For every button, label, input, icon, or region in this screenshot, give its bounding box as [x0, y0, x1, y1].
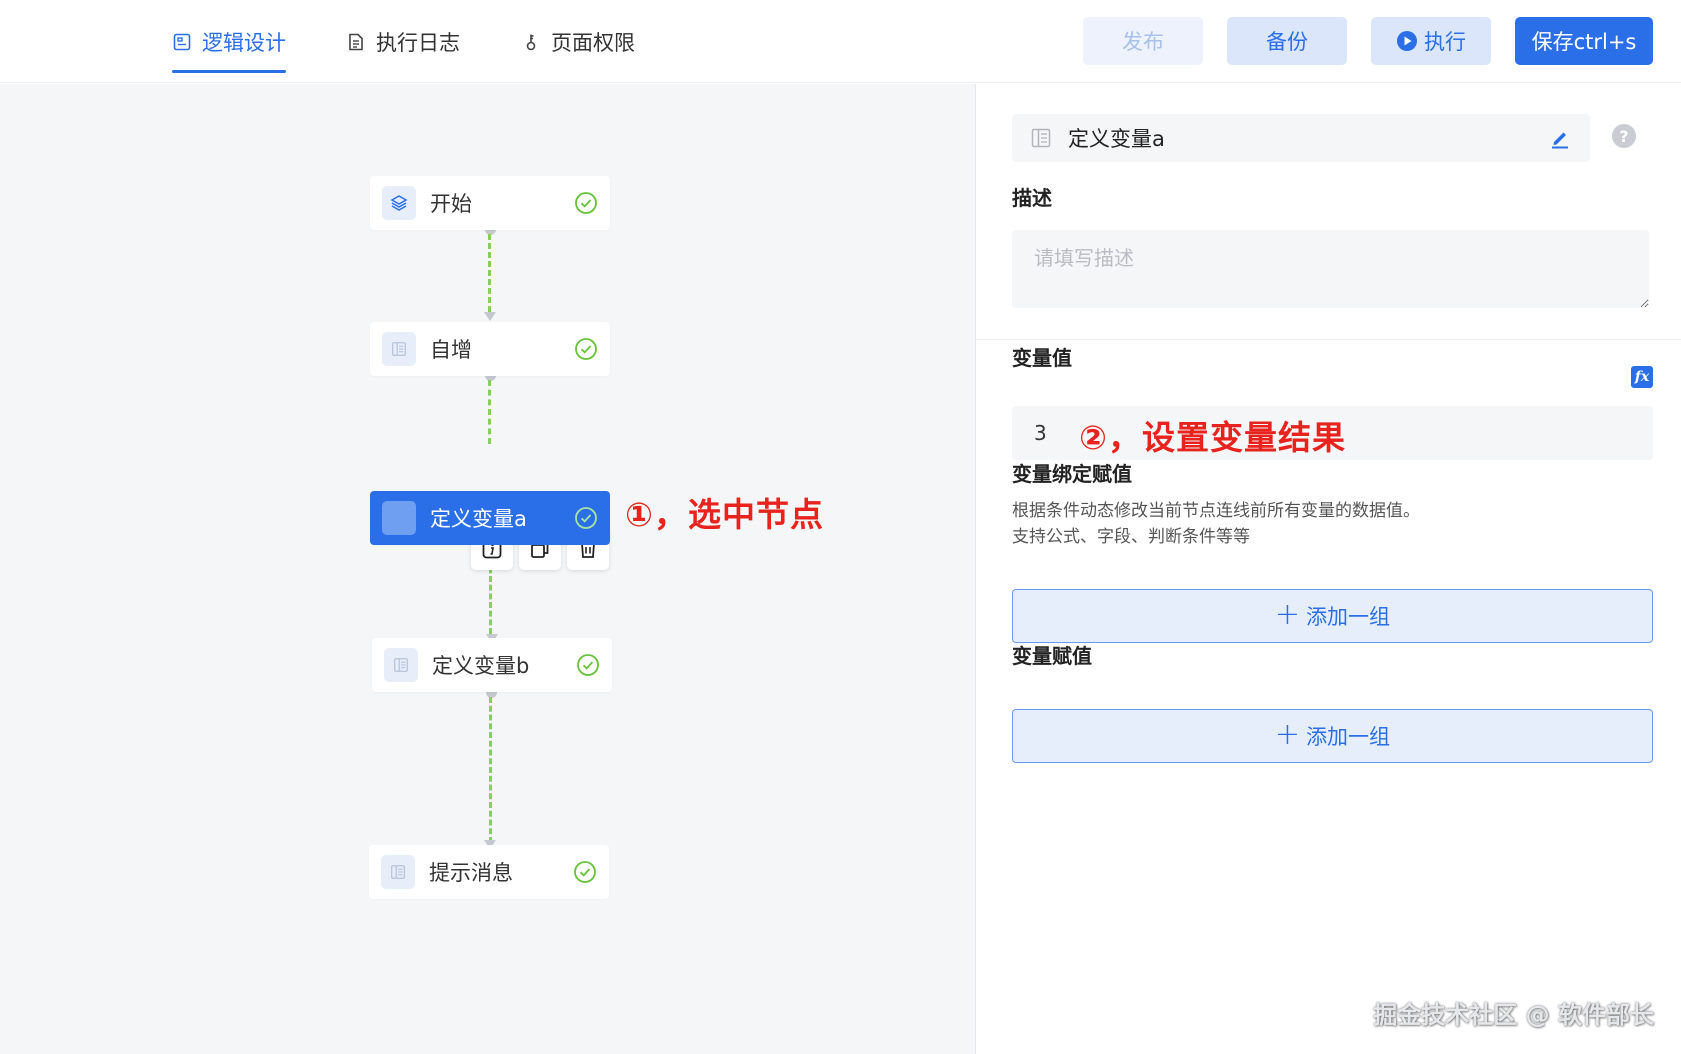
table-icon: [382, 501, 416, 535]
binding-title: 变量绑定赋值: [1012, 462, 1132, 486]
table-icon: [381, 855, 415, 889]
save-button[interactable]: 保存ctrl+s: [1515, 17, 1653, 65]
annotation-step2: ②，设置变量结果: [1079, 418, 1346, 457]
add-binding-group-button[interactable]: + 添加一组: [1012, 589, 1653, 643]
add-assign-group-button[interactable]: + 添加一组: [1012, 709, 1653, 763]
flow-node-start[interactable]: 开始: [370, 176, 610, 230]
table-icon: [384, 648, 418, 682]
binding-help-line1: 根据条件动态修改当前节点连线前所有变量的数据值。: [1012, 501, 1420, 521]
check-icon: [574, 861, 596, 883]
description-input[interactable]: [1012, 230, 1649, 308]
backup-button[interactable]: 备份: [1227, 17, 1347, 65]
flow-node-message[interactable]: 提示消息: [369, 845, 609, 899]
divider: [976, 339, 1681, 340]
watermark: 掘金技术社区 @ 软件部长: [1373, 1001, 1654, 1029]
node-label: 开始: [430, 192, 472, 216]
variable-value-text: 3: [1034, 421, 1047, 445]
flow-node-increment[interactable]: 自增: [370, 322, 610, 376]
table-icon: [382, 332, 416, 366]
help-icon[interactable]: ?: [1612, 124, 1636, 148]
execute-label: 执行: [1424, 30, 1466, 54]
document-icon: [349, 33, 363, 50]
play-circle-icon: [1397, 31, 1417, 51]
table-icon: [1031, 128, 1051, 148]
tab-label: 逻辑设计: [202, 30, 286, 55]
value-title: 变量值: [1012, 346, 1072, 370]
node-label: 定义变量a: [430, 507, 527, 531]
plus-icon: +: [1274, 716, 1301, 752]
description-title: 描述: [1012, 186, 1052, 210]
check-icon: [575, 192, 597, 214]
binding-help-line2: 支持公式、字段、判断条件等等: [1012, 527, 1250, 547]
add-group-label: 添加一组: [1306, 725, 1391, 749]
connector-line: [489, 697, 493, 843]
publish-button[interactable]: 发布: [1083, 17, 1203, 65]
tab-page-permission[interactable]: 页面权限: [521, 0, 635, 83]
save-label: 保存ctrl+s: [1531, 30, 1637, 54]
tab-label: 执行日志: [376, 30, 460, 55]
tab-label: 页面权限: [551, 30, 635, 55]
tab-logic-design[interactable]: 逻辑设计: [172, 0, 286, 83]
top-bar: 逻辑设计 执行日志 页面权限 发布 备份 执行 保存ctrl+s: [0, 0, 1681, 83]
assign-title: 变量赋值: [1012, 644, 1092, 668]
logic-design-icon: [173, 33, 191, 50]
connector-line: [488, 380, 492, 444]
edit-icon[interactable]: [1548, 126, 1572, 150]
check-icon: [575, 338, 597, 360]
connector-arrow: [484, 312, 496, 321]
node-name-text: 定义变量a: [1068, 127, 1165, 151]
flow-node-define-var-a[interactable]: 定义变量a: [370, 491, 610, 545]
node-label: 自增: [430, 338, 472, 362]
check-icon: [575, 507, 597, 529]
node-label: 定义变量b: [432, 654, 530, 678]
plus-icon: +: [1274, 596, 1301, 632]
connector-line: [488, 234, 492, 312]
flow-canvas[interactable]: 开始 自增 定义变量a ①，选中节点 定义变量b 提示消息: [0, 84, 975, 1054]
add-group-label: 添加一组: [1306, 605, 1391, 629]
flow-node-define-var-b[interactable]: 定义变量b: [372, 638, 612, 692]
key-icon: [526, 34, 536, 50]
properties-panel: 定义变量a ? 描述 变量值 fx 3 ②，设置变量结果 变量绑定赋值 根据条件…: [975, 84, 1681, 1054]
node-label: 提示消息: [429, 861, 513, 885]
annotation-step1: ①，选中节点: [625, 495, 824, 534]
layers-icon: [382, 186, 416, 220]
publish-label: 发布: [1122, 30, 1164, 54]
backup-label: 备份: [1266, 30, 1308, 54]
check-icon: [577, 654, 599, 676]
node-name-bar[interactable]: 定义变量a: [1012, 114, 1590, 162]
tab-execution-log[interactable]: 执行日志: [346, 0, 460, 83]
fx-formula-icon[interactable]: fx: [1631, 366, 1653, 388]
execute-button[interactable]: 执行: [1371, 17, 1491, 65]
